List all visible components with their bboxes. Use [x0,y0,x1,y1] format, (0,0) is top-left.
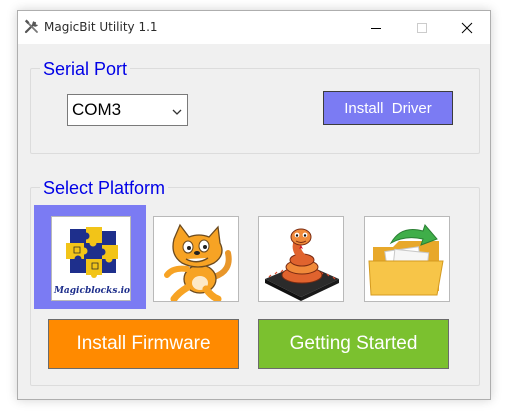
app-window: MagicBit Utility 1.1 Serial Port COM3 In… [17,10,491,400]
install-driver-button[interactable]: Install Driver [323,91,453,125]
install-firmware-button[interactable]: Install Firmware [48,319,239,369]
scratch-cat-icon [164,223,232,301]
micropython-snake-chip-icon [265,228,339,301]
minimize-button[interactable] [353,11,399,44]
minimize-icon [371,27,381,29]
folder-open-arrow-icon [368,224,444,296]
maximize-button[interactable] [399,11,445,44]
platform-tile-file-folder[interactable] [364,216,450,302]
serial-port-legend: Serial Port [40,59,131,80]
platform-legend: Select Platform [40,178,169,199]
tools-icon [24,19,40,35]
platform-tile-magicblocks[interactable]: Magicblocks.io [51,216,131,301]
chevron-down-icon [172,104,182,122]
platform-tile-micropython[interactable] [258,216,344,302]
window-title: MagicBit Utility 1.1 [44,20,158,34]
maximize-icon [417,22,427,33]
serial-port-select[interactable]: COM3 [67,94,188,126]
title-bar[interactable]: MagicBit Utility 1.1 [18,11,490,44]
magicblocks-logo-icon: Magicblocks.io [52,217,130,300]
close-button[interactable] [444,11,490,44]
serial-port-value: COM3 [72,100,122,119]
magicblocks-caption: Magicblocks.io [53,286,130,296]
platform-tile-scratch[interactable] [153,216,239,302]
close-icon [461,22,473,33]
getting-started-button[interactable]: Getting Started [258,319,449,369]
